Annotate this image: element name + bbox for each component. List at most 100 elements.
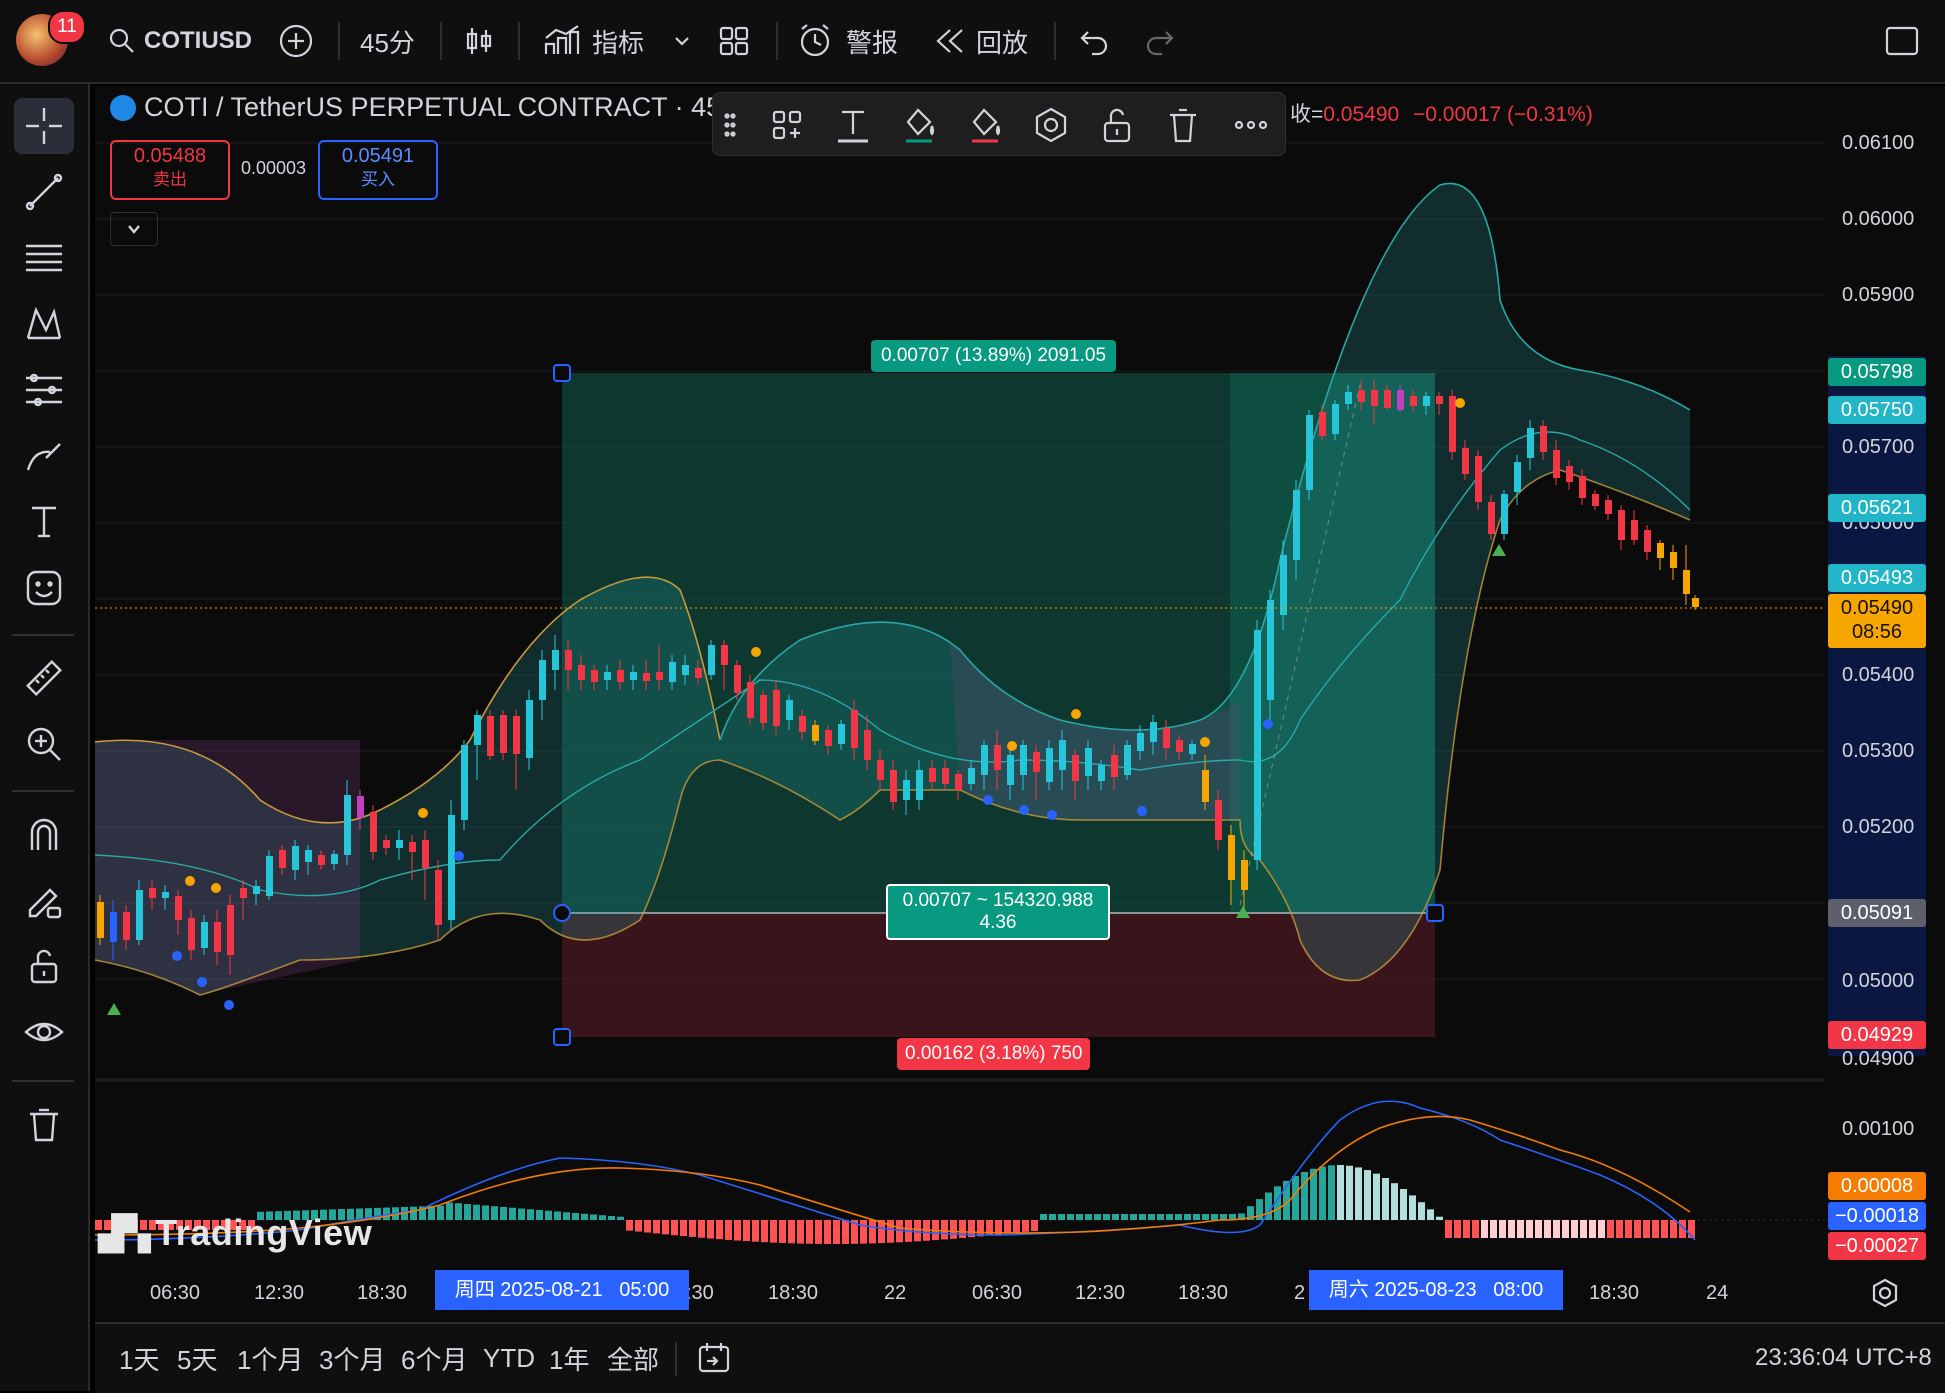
bottom-toolbar: 1天 5天 1个月 3个月 6个月 YTD 1年 全部 23:36:04 UTC… [95,1322,1945,1393]
macd-histogram-bar [707,1220,714,1239]
price-tick: 0.06000 [1842,208,1915,230]
delete-button[interactable] [1163,105,1203,145]
legend-collapse-button[interactable] [110,212,158,246]
macd-histogram-bar [1157,1214,1164,1220]
sell-button[interactable]: 0.05488 卖出 [110,140,230,200]
target-label: 0.00707 (13.89%) 2091.05 [871,340,1117,372]
price-chart[interactable] [0,0,1945,1391]
macd-histogram-bar [797,1220,804,1244]
macd-histogram-bar [1031,1220,1038,1231]
macd-histogram-bar [1148,1214,1155,1220]
time-tick: 18:30 [1178,1282,1229,1304]
signal-line-label: −0.00027 [1828,1232,1926,1260]
macd-histogram-bar [860,1220,867,1244]
fill-color-loss-button[interactable] [965,105,1005,145]
tradingview-watermark[interactable]: ▟▚ TradingView [98,1212,372,1254]
macd-histogram-bar [617,1216,624,1220]
macd-histogram-bar [842,1220,849,1244]
range-ytd[interactable]: YTD [483,1338,535,1378]
fill-color-profit-button[interactable] [899,105,939,145]
macd-histogram-bar [1382,1178,1389,1220]
range-3m[interactable]: 3个月 [319,1338,385,1378]
time-tick: 06:30 [972,1282,1023,1304]
macd-histogram-bar [1409,1195,1416,1220]
drag-handle[interactable] [719,105,741,145]
bb-upper-price-label: 0.05750 [1828,396,1926,424]
macd-histogram-bar [1562,1220,1569,1238]
buy-button[interactable]: 0.05491 买入 [318,140,438,200]
entry-handle[interactable] [553,904,571,922]
chart-legend: COTI / TetherUS PERPETUAL CONTRACT · 45 … [110,92,738,123]
calendar-arrow-icon [698,1343,730,1373]
macd-histogram-bar [1643,1220,1650,1238]
macd-histogram-bar [680,1220,687,1237]
more-button[interactable] [1231,105,1271,145]
macd-histogram-bar [1103,1214,1110,1220]
template-button[interactable] [767,105,807,145]
crosshair-time-end: 周六 2025-08-23 08:00 [1309,1270,1563,1310]
range-5d[interactable]: 5天 [177,1338,217,1378]
text-icon [838,110,868,143]
drag-dots-icon [724,113,736,137]
macd-histogram-bar [1400,1189,1407,1220]
macd-histogram-bar [644,1220,651,1233]
macd-histogram-bar [1634,1220,1641,1238]
macd-histogram-bar [527,1209,534,1220]
last-price-label: 0.05490 08:56 [1828,594,1926,648]
range-1d[interactable]: 1天 [119,1338,159,1378]
end-handle[interactable] [1426,904,1444,922]
macd-histogram-bar [1454,1220,1461,1238]
macd-histogram-bar [1220,1214,1227,1220]
symbol-title[interactable]: COTI / TetherUS PERPETUAL CONTRACT · 45 … [144,92,738,123]
range-6m[interactable]: 6个月 [401,1338,467,1378]
goto-date-button[interactable] [697,1338,731,1378]
time-tick: 18:30 [768,1282,819,1304]
text-style-button[interactable] [833,105,873,145]
close-prefix: 收= [1290,103,1324,126]
macd-tick: 0.00100 [1842,1118,1915,1140]
price-tick: 0.05400 [1842,664,1915,686]
range-all[interactable]: 全部 [607,1338,659,1378]
macd-histogram-bar [1571,1220,1578,1238]
pane-separator[interactable] [95,1078,1945,1082]
range-1y[interactable]: 1年 [549,1338,589,1378]
macd-histogram-bar [446,1202,453,1220]
time-tick: 2 [1294,1282,1306,1304]
stop-handle[interactable] [553,1028,571,1046]
macd-histogram-bar [590,1214,597,1220]
target-handle[interactable] [553,364,571,382]
macd-histogram-bar [1364,1170,1371,1220]
macd-histogram-bar [716,1220,723,1240]
macd-histogram-bar [1472,1220,1479,1238]
range-1m[interactable]: 1个月 [237,1338,303,1378]
settings-button[interactable] [1031,105,1071,145]
macd-histogram-bar [1112,1214,1119,1220]
paint-bucket-icon [972,108,1001,143]
macd-histogram-bar [491,1206,498,1220]
macd-histogram-bar [1067,1214,1074,1220]
macd-histogram-bar [761,1220,768,1243]
macd-histogram-bar [635,1220,642,1232]
macd-histogram-bar [1184,1214,1191,1220]
macd-histogram-bar [581,1213,588,1220]
hexagon-settings-icon [1035,107,1067,143]
macd-histogram-bar [1580,1220,1587,1238]
bb-basis-price-label: 0.05621 [1828,494,1926,522]
clock[interactable]: 23:36:04 UTC+8 [1755,1338,1932,1378]
macd-histogram-bar [1526,1220,1533,1238]
divider [675,1342,677,1376]
price-tick: 0.05200 [1842,816,1915,838]
drawing-properties-toolbar [712,92,1286,156]
macd-histogram-bar [1427,1209,1434,1220]
macd-histogram-bar [572,1213,579,1220]
macd-histogram-bar [1121,1214,1128,1220]
time-tick: 18:30 [1589,1282,1640,1304]
macd-histogram-bar [1139,1214,1146,1220]
time-tick: 22 [884,1282,907,1304]
lock-button[interactable] [1097,105,1137,145]
macd-histogram-bar [779,1220,786,1243]
change-value: −0.00017 (−0.31%) [1413,103,1593,126]
axis-settings-button[interactable] [1870,1278,1900,1313]
close-value: 0.05490 [1323,103,1400,126]
macd-histogram-bar [1013,1220,1020,1233]
